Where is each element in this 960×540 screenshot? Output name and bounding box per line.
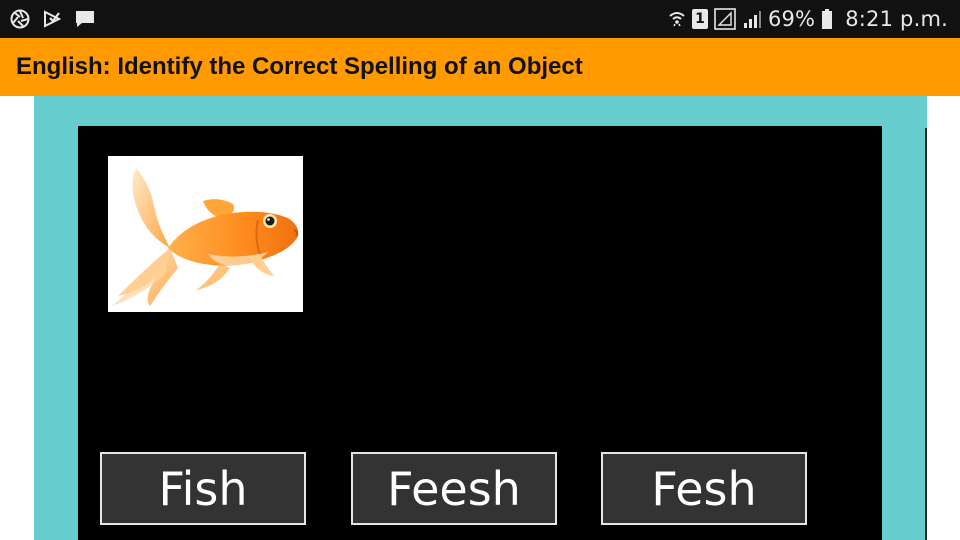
camera-shutter-icon [10,9,30,29]
status-bar-right: 1 69% 8:21 p.m. [668,7,948,31]
media-icon [42,9,62,29]
message-icon [74,9,96,29]
option-button-fesh[interactable]: Fesh [601,452,807,525]
battery-icon [821,8,833,30]
battery-percent: 69% [767,7,816,31]
status-time: 8:21 p.m. [845,7,948,31]
wifi-icon [668,9,686,29]
option-button-feesh[interactable]: Feesh [351,452,557,525]
status-bar-left [10,9,96,29]
frame-edge [925,128,927,540]
sim-1-icon: 1 [691,9,708,29]
signal-box-icon [714,8,736,30]
status-bar: 1 69% 8:21 p.m. [0,0,960,38]
object-picture [108,156,303,312]
signal-bars-icon [742,9,762,29]
app-header: English: Identify the Correct Spelling o… [0,38,960,96]
sim-label: 1 [695,11,705,27]
option-button-fish[interactable]: Fish [100,452,306,525]
goldfish-image [112,168,299,306]
page-title: English: Identify the Correct Spelling o… [16,53,583,80]
